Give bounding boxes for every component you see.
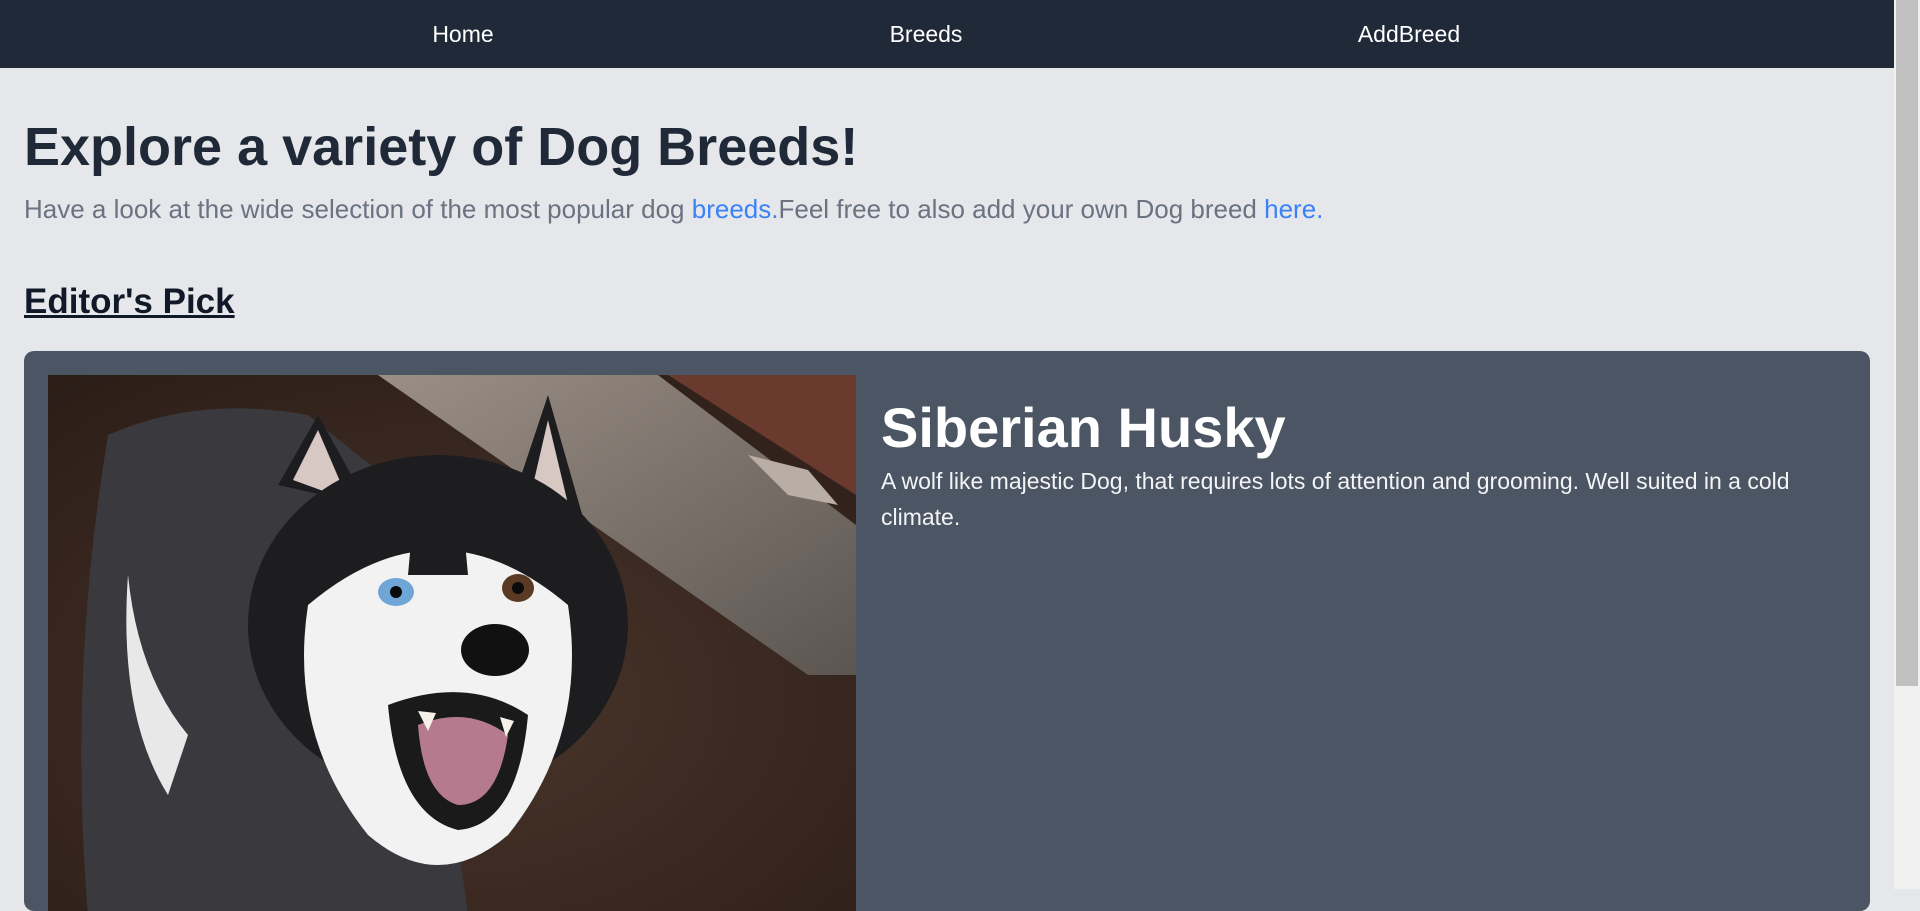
top-navbar: Home Breeds AddBreed: [0, 0, 1894, 68]
breed-name: Siberian Husky: [881, 396, 1286, 459]
vertical-scrollbar[interactable]: [1894, 0, 1920, 889]
nav-home-link[interactable]: Home: [432, 0, 493, 68]
subtitle-text-2: Feel free to also add your own Dog breed: [778, 194, 1265, 224]
page-title: Explore a variety of Dog Breeds!: [24, 117, 859, 177]
editors-pick-card: Siberian Husky A wolf like majestic Dog,…: [24, 351, 1870, 911]
here-link[interactable]: here.: [1264, 194, 1323, 224]
husky-photo: [48, 375, 856, 911]
breed-description: A wolf like majestic Dog, that requires …: [881, 467, 1790, 530]
editors-pick-text: Siberian Husky A wolf like majestic Dog,…: [881, 397, 1811, 535]
nav-addbreed-link[interactable]: AddBreed: [1358, 0, 1460, 68]
breeds-link[interactable]: breeds.: [692, 194, 779, 224]
subtitle-text-1: Have a look at the wide selection of the…: [24, 194, 692, 224]
hero-subtitle: Have a look at the wide selection of the…: [24, 194, 1323, 225]
nav-breeds-link[interactable]: Breeds: [890, 0, 963, 68]
editors-pick-heading: Editor's Pick: [24, 282, 235, 321]
scrollbar-thumb[interactable]: [1896, 0, 1918, 686]
